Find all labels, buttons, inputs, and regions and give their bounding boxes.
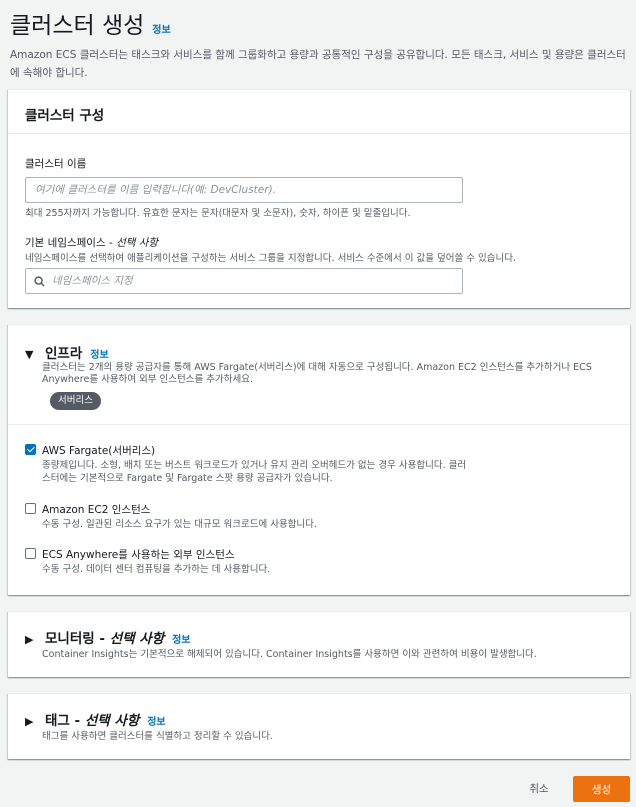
page-header: 클러스터 생성 정보 Amazon ECS 클러스터는 태스크와 서비스를 함께… — [10, 6, 626, 82]
tags-title: 태그 - 선택 사항 — [45, 713, 140, 729]
page-title: 클러스터 생성 — [10, 13, 145, 39]
tags-description: 태그를 사용하면 클러스터를 식별하고 정리할 수 있습니다. — [42, 731, 273, 742]
serverless-badge: 서버리스 — [50, 392, 101, 410]
cluster-name-constraint: 최대 255자까지 가능합니다. 유효한 문자는 문자(대문자 및 소문자), … — [25, 208, 411, 219]
monitoring-description: Container Insights는 기본적으로 해제되어 있습니다. Con… — [42, 649, 537, 660]
panel-header: 클러스터 구성 — [8, 90, 630, 134]
caret-down-icon: ▼ — [25, 348, 34, 361]
cluster-name-label: 클러스터 이름 — [25, 158, 87, 170]
option-label: AWS Fargate(서버리스) — [42, 445, 156, 457]
option-label: ECS Anywhere를 사용하는 외부 인스턴스 — [42, 549, 235, 561]
info-link[interactable]: 정보 — [152, 21, 170, 36]
tags-panel: ▶ 태그 - 선택 사항 정보 태그를 사용하면 클러스터를 식별하고 정리할 … — [8, 693, 630, 759]
divider — [8, 424, 630, 425]
create-button[interactable]: 생성 — [573, 776, 630, 802]
option-description: 종량제입니다. 소형, 배치 또는 버스트 워크로드가 있거나 유지 관리 오버… — [42, 460, 467, 484]
monitoring-panel: ▶ 모니터링 - 선택 사항 정보 Container Insights는 기본… — [8, 611, 630, 677]
cancel-button[interactable]: 취소 — [516, 776, 562, 802]
info-link[interactable]: 정보 — [172, 631, 190, 646]
infra-header[interactable]: ▼ 인프라 정보 — [25, 342, 109, 362]
fargate-checkbox[interactable] — [25, 444, 36, 455]
caret-right-icon: ▶ — [25, 715, 34, 728]
tags-header[interactable]: ▶ 태그 - 선택 사항 정보 — [25, 709, 166, 729]
infra-title: 인프라 — [45, 346, 83, 362]
option-label: Amazon EC2 인스턴스 — [42, 504, 151, 516]
info-link[interactable]: 정보 — [147, 713, 165, 728]
cluster-name-input[interactable]: 여기에 클러스터를 이름 입력합니다(예: DevCluster). — [25, 177, 463, 203]
infrastructure-panel: ▼ 인프라 정보 클러스터는 2개의 용량 공급자를 통해 AWS Fargat… — [8, 324, 630, 595]
monitoring-header[interactable]: ▶ 모니터링 - 선택 사항 정보 — [25, 627, 190, 647]
infra-description: 클러스터는 2개의 용량 공급자를 통해 AWS Fargate(서버리스)에 … — [42, 362, 592, 385]
namespace-search-input[interactable]: 네임스페이스 지정 — [25, 268, 463, 294]
ecs-anywhere-checkbox[interactable] — [25, 548, 36, 559]
info-link[interactable]: 정보 — [90, 346, 108, 361]
page-description: Amazon ECS 클러스터는 태스크와 서비스를 함께 그룹화하고 용량과 … — [10, 49, 626, 79]
option-description: 수동 구성. 일관된 리소스 요구가 있는 대규모 워크로드에 사용합니다. — [42, 519, 317, 530]
namespace-description: 네임스페이스를 선택하여 애플리케이션을 구성하는 서비스 그룹을 지정합니다.… — [25, 253, 517, 264]
namespace-placeholder: 네임스페이스 지정 — [52, 275, 133, 287]
option-description: 수동 구성. 데이터 센터 컴퓨팅을 추가하는 데 사용합니다. — [42, 564, 271, 575]
cluster-config-panel: 클러스터 구성 클러스터 이름 여기에 클러스터를 이름 입력합니다(예: De… — [8, 89, 630, 308]
ec2-checkbox[interactable] — [25, 503, 36, 514]
search-icon — [34, 276, 45, 287]
caret-right-icon: ▶ — [25, 633, 34, 646]
panel-title: 클러스터 구성 — [25, 108, 105, 124]
namespace-label: 기본 네임스페이스 - 선택 사항 — [25, 237, 159, 249]
monitoring-title: 모니터링 - 선택 사항 — [45, 631, 165, 647]
